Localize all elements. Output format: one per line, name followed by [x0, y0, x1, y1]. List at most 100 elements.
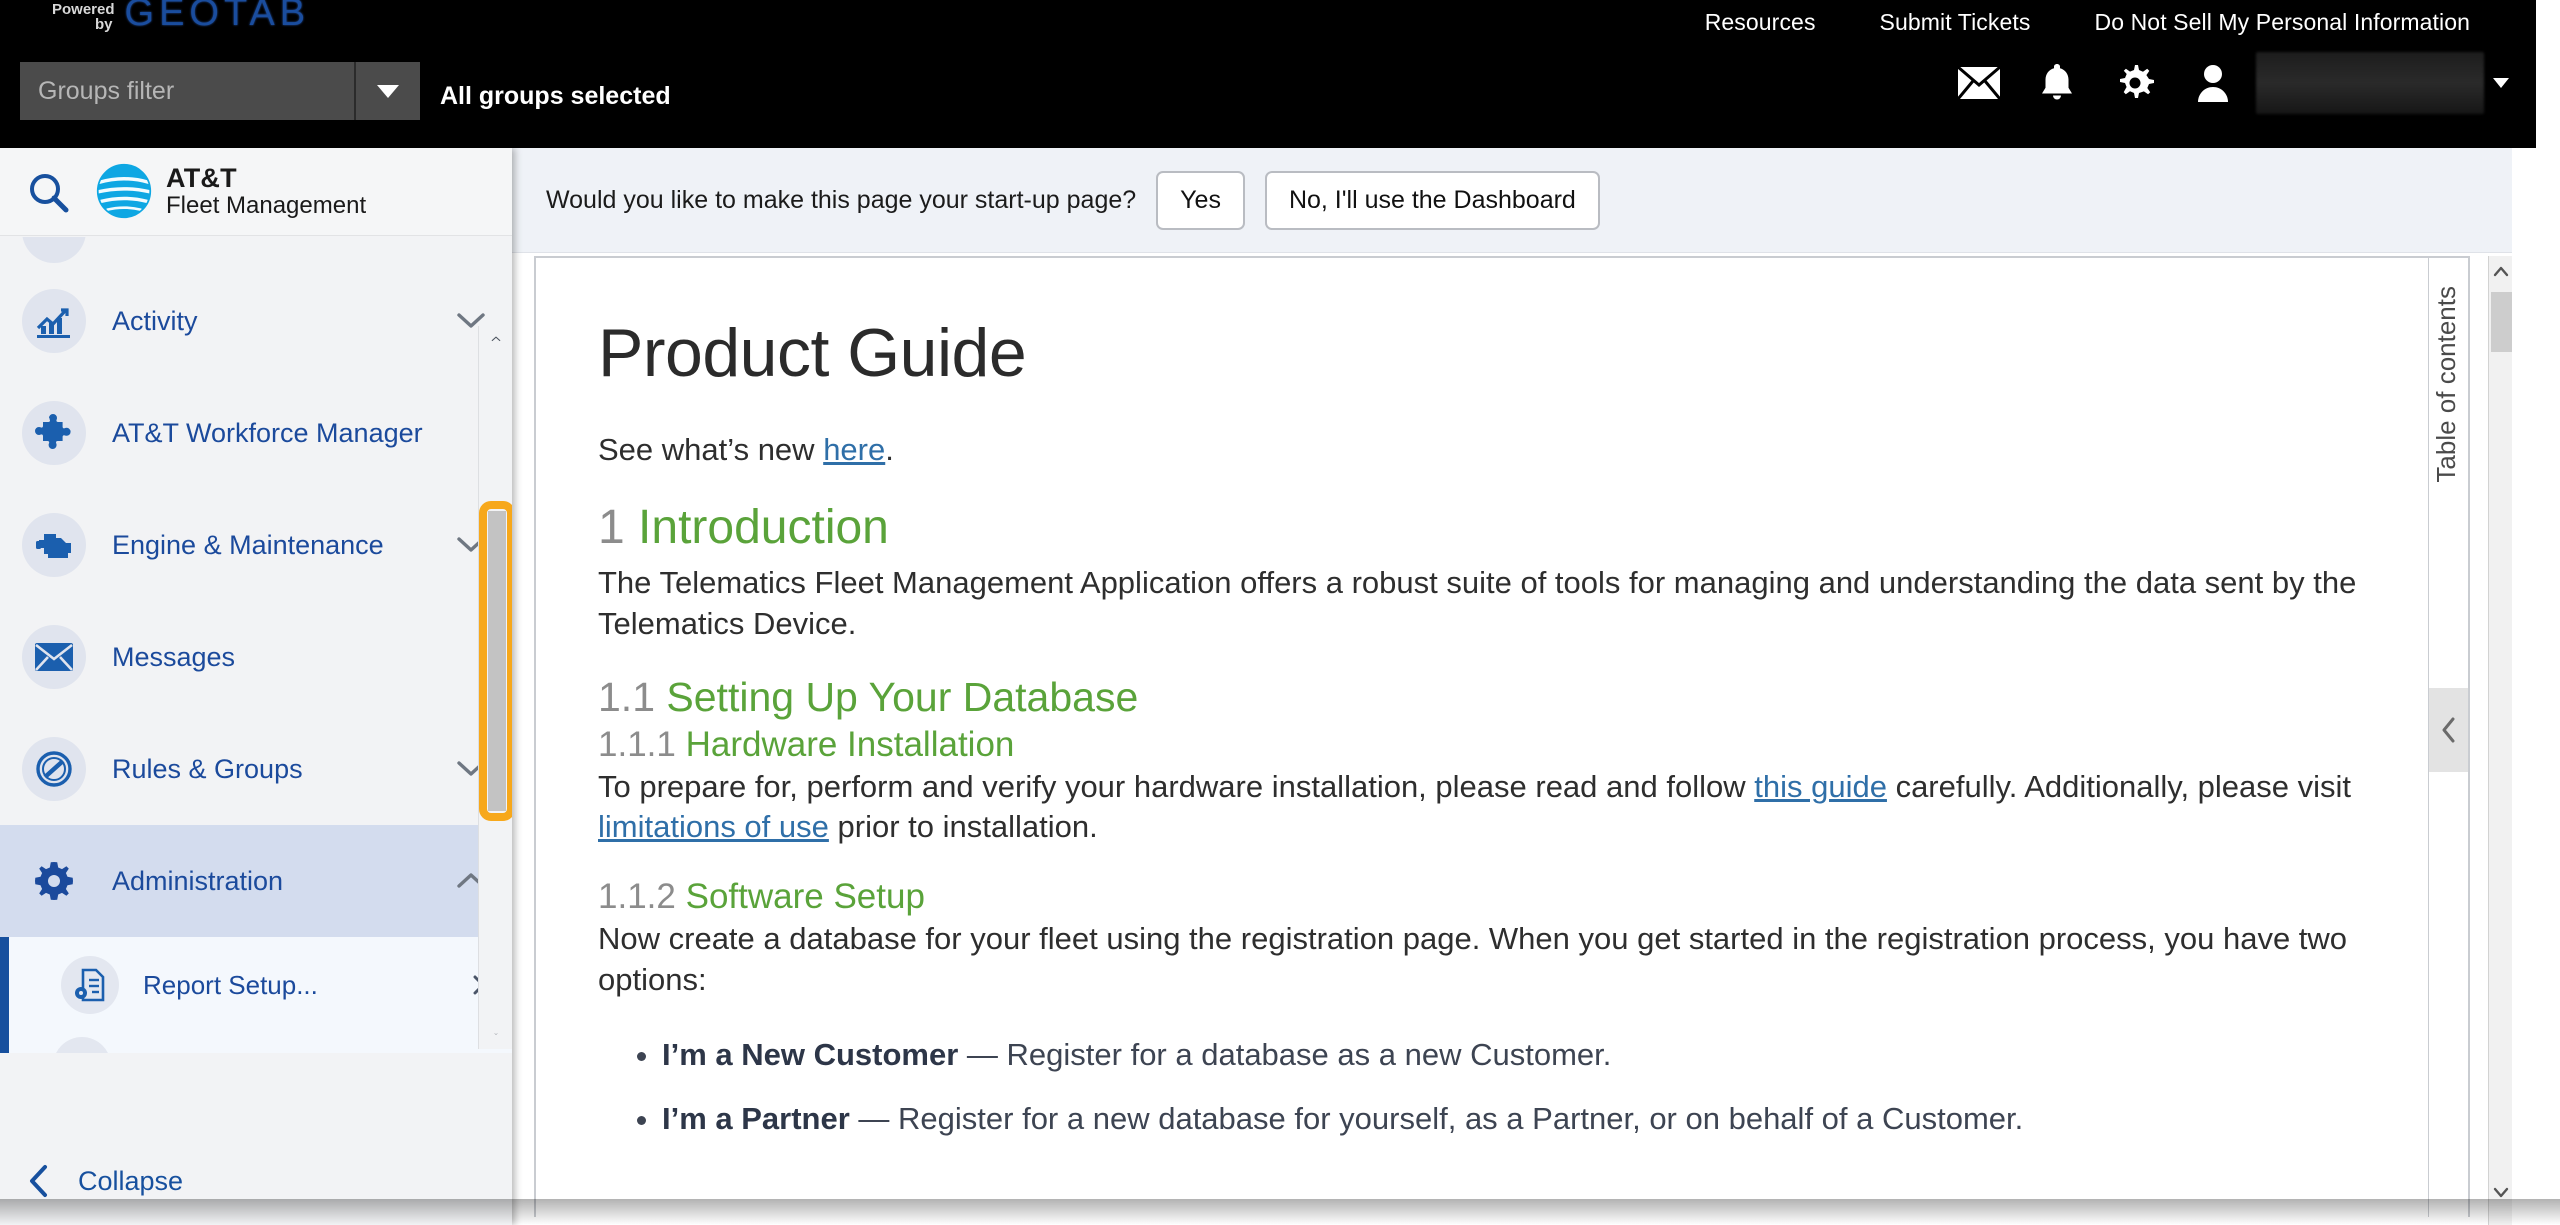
document-scrollbar-thumb[interactable]: [2491, 292, 2512, 352]
chevron-down-icon: [2493, 78, 2509, 88]
document-scrollbar[interactable]: [2488, 256, 2512, 1225]
chevron-down-icon: [377, 84, 399, 98]
section-heading-1-1-1: 1.1.1 Hardware Installation: [598, 725, 2398, 765]
section-heading-1: 1 Introduction: [598, 500, 2398, 555]
page-title: Product Guide: [598, 315, 1027, 391]
section-1-body: The Telematics Fleet Management Applicat…: [598, 565, 2357, 641]
section-number: 1: [598, 501, 625, 555]
scroll-down-arrow-icon[interactable]: [483, 1033, 509, 1049]
table-of-contents-tab[interactable]: Table of contents: [2428, 258, 2468, 1217]
startup-page-notice-bar: Would you like to make this page your st…: [512, 148, 2512, 253]
app-body: AT&T Fleet Management Activity AT&T Work…: [0, 148, 2536, 1225]
list-item: I’m a Partner — Register for a new datab…: [662, 1098, 2398, 1140]
sidebar: AT&T Fleet Management Activity AT&T Work…: [0, 148, 512, 1225]
gear-icon[interactable]: [2096, 52, 2174, 114]
chevron-left-icon: [2442, 717, 2455, 743]
section-title: Introduction: [638, 501, 889, 555]
powered-by-line2: by: [95, 16, 113, 33]
chevron-left-icon: [30, 1165, 47, 1197]
section-number: 1.1.2: [598, 877, 676, 917]
att-fleet-brand: AT&T Fleet Management: [96, 163, 366, 220]
puzzle-piece-icon: [22, 401, 86, 465]
section-title: Software Setup: [685, 877, 925, 917]
user-name-field[interactable]: [2256, 52, 2484, 114]
groups-filter-dropdown-button[interactable]: [354, 62, 420, 120]
person-icon[interactable]: [2174, 52, 2252, 114]
list-item-rest: — Register for a database as a new Custo…: [958, 1037, 1612, 1073]
sidebar-nav-scroll-area: Activity AT&T Workforce Manager Engine &…: [0, 237, 512, 1137]
search-icon: [30, 173, 69, 212]
registration-options-list: I’m a New Customer — Register for a data…: [662, 1034, 2398, 1140]
main-content-area: Would you like to make this page your st…: [512, 148, 2512, 1225]
groups-filter-input[interactable]: Groups filter: [20, 77, 354, 106]
body-part-1: To prepare for, perform and verify your …: [598, 768, 1755, 804]
section-number: 1.1: [598, 673, 655, 720]
report-setup-icon: [61, 956, 119, 1014]
scroll-down-arrow-icon[interactable]: [2489, 1179, 2513, 1205]
sidebar-item-rules-groups[interactable]: Rules & Groups: [0, 713, 512, 825]
mail-icon[interactable]: [1940, 52, 2018, 114]
sidebar-partial-item-bottom: [0, 1033, 512, 1053]
limitations-of-use-link[interactable]: limitations of use: [598, 809, 829, 844]
link-do-not-sell[interactable]: Do Not Sell My Personal Information: [2063, 9, 2503, 36]
sidebar-item-activity[interactable]: Activity: [0, 265, 512, 377]
sidebar-item-label: Messages: [112, 641, 236, 672]
list-item-bold: I’m a Partner: [662, 1100, 850, 1136]
scroll-up-arrow-icon[interactable]: [483, 326, 509, 342]
list-item-bold: I’m a New Customer: [662, 1037, 959, 1073]
geotab-wordmark: GEOTAB: [124, 0, 311, 34]
sidebar-item-label: Rules & Groups: [112, 753, 303, 784]
user-menu-dropdown-button[interactable]: [2484, 52, 2518, 114]
sidebar-scrollbar[interactable]: [478, 326, 512, 1049]
whats-new-line: See what’s new here.: [598, 430, 2398, 470]
bell-icon[interactable]: [2018, 52, 2096, 114]
sidebar-header: AT&T Fleet Management: [0, 148, 512, 236]
sidebar-subitem-report-setup[interactable]: Report Setup...: [0, 937, 512, 1033]
sidebar-subitem-label: Report Setup...: [143, 969, 318, 1000]
header-icon-group: [1940, 52, 2518, 114]
gear-icon: [22, 849, 86, 913]
table-of-contents-collapse-button[interactable]: [2429, 688, 2468, 772]
sidebar-item-engine-maintenance[interactable]: Engine & Maintenance: [0, 489, 512, 601]
startup-page-no-button[interactable]: No, I'll use the Dashboard: [1264, 170, 1600, 230]
startup-page-notice-text: Would you like to make this page your st…: [546, 185, 1137, 214]
table-of-contents-label: Table of contents: [2431, 286, 2461, 483]
sidebar-search-button[interactable]: [0, 170, 96, 214]
sidebar-item-messages[interactable]: Messages: [0, 601, 512, 713]
powered-by-geotab-logo: Powered by GEOTAB: [52, 0, 310, 46]
sidebar-item-att-workforce-manager[interactable]: AT&T Workforce Manager: [0, 377, 512, 489]
link-resources[interactable]: Resources: [1673, 9, 1848, 36]
startup-page-yes-button[interactable]: Yes: [1156, 170, 1245, 230]
groups-selected-label: All groups selected: [440, 82, 671, 110]
product-guide-document: Product Guide See what’s new here. 1 Int…: [536, 258, 2468, 1217]
brand-text: AT&T Fleet Management: [166, 163, 366, 220]
whats-new-link[interactable]: here: [823, 432, 885, 467]
partial-icon-circle: [22, 237, 86, 263]
whats-new-suffix: .: [885, 432, 894, 467]
sidebar-item-administration[interactable]: Administration: [0, 825, 512, 937]
brand-line-att: AT&T: [166, 162, 237, 193]
no-entry-icon: [22, 737, 86, 801]
chart-trend-icon: [22, 289, 86, 353]
powered-by-text: Powered by: [52, 0, 115, 32]
section-1-1-2-body: Now create a database for your fleet usi…: [598, 921, 2348, 997]
groups-filter-control[interactable]: Groups filter: [20, 62, 420, 120]
section-number: 1.1.1: [598, 724, 676, 764]
partial-icon-circle: [53, 1037, 111, 1053]
envelope-icon: [22, 625, 86, 689]
body-part-3: prior to installation.: [828, 809, 1098, 845]
this-guide-link[interactable]: this guide: [1754, 769, 1887, 804]
product-guide-document-frame: Product Guide See what’s new here. 1 Int…: [534, 256, 2470, 1217]
scroll-up-arrow-icon[interactable]: [2489, 258, 2513, 284]
sidebar-scrollbar-thumb[interactable]: [488, 511, 506, 811]
right-edge-filler: [2536, 0, 2560, 1225]
brand-line-fleet-management: Fleet Management: [166, 192, 367, 220]
att-globe-icon: [96, 164, 152, 219]
list-item: I’m a New Customer — Register for a data…: [662, 1034, 2398, 1076]
sidebar-collapse-button[interactable]: Collapse: [0, 1137, 512, 1225]
whats-new-prefix: See what’s new: [598, 432, 824, 467]
section-title: Hardware Installation: [685, 724, 1015, 764]
link-submit-tickets[interactable]: Submit Tickets: [1848, 9, 2063, 36]
sidebar-item-label: Administration: [112, 865, 284, 896]
powered-by-line1: Powered: [52, 1, 115, 18]
